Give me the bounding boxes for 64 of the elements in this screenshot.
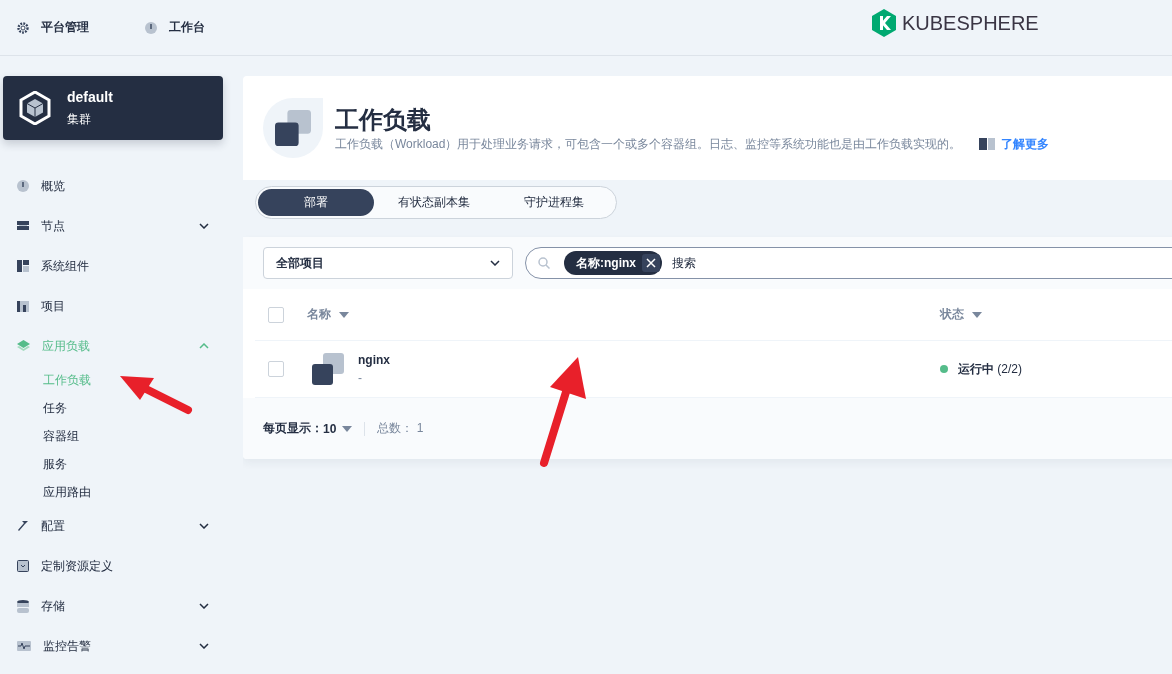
sidebar-item[interactable]: 监控告警 (17, 626, 223, 666)
dashboard-icon (145, 21, 157, 34)
chevron-down-icon (199, 523, 209, 529)
sidebar-subitem[interactable]: 应用路由 (17, 478, 223, 506)
monitor-icon (17, 641, 31, 651)
filter-tag: 名称:nginx (564, 251, 662, 275)
annotation-arrow (120, 376, 192, 414)
layers-icon (17, 340, 30, 352)
chevron-down-icon (490, 260, 500, 266)
learn-more-link[interactable]: 了解更多 (979, 135, 1050, 153)
search-field[interactable]: 名称:nginx 搜索 (525, 247, 1172, 279)
workload-description: - (358, 371, 363, 385)
sidebar-item[interactable]: 概览 (17, 166, 223, 206)
total-count: 总数： 1 (377, 420, 424, 437)
sidebar-subitem[interactable]: 任务 (17, 394, 223, 422)
sidebar-item[interactable]: 系统组件 (17, 246, 223, 286)
page-description: 工作负载（Workload）用于处理业务请求，可包含一个或多个容器组。日志、监控等系统功能也是由工作负载实现的。 (335, 135, 962, 153)
sidebar-item[interactable]: 配置 (17, 506, 223, 546)
close-icon (646, 258, 656, 268)
chevron-up-icon (199, 343, 209, 349)
settings-icon (17, 21, 29, 34)
search-icon (538, 257, 550, 269)
page-size-label: 每页显示： (263, 420, 323, 437)
database-icon (17, 599, 29, 613)
tab[interactable]: 守护进程集 (494, 189, 614, 216)
caret-icon (342, 425, 353, 432)
sidebar-subitem[interactable]: 容器组 (17, 422, 223, 450)
workload-name[interactable]: nginx (358, 353, 390, 367)
page-size-select[interactable]: 10 (323, 421, 353, 436)
layout-icon (17, 260, 29, 272)
code-box-icon (17, 560, 29, 572)
project-select[interactable]: 全部项目 (263, 247, 513, 279)
chevron-down-icon (199, 223, 209, 229)
sidebar-item[interactable]: 定制资源定义 (17, 546, 223, 586)
chevron-down-icon (199, 603, 209, 609)
cluster-name: default (67, 88, 113, 105)
remove-filter-button[interactable] (642, 254, 660, 272)
sidebar-item[interactable]: 项目 (17, 286, 223, 326)
tab[interactable]: 有状态副本集 (374, 189, 494, 216)
chevron-down-icon (199, 643, 209, 649)
logo-icon (872, 9, 896, 37)
sidebar-subitem[interactable]: 服务 (17, 450, 223, 478)
cluster-card[interactable]: default 集群 (3, 76, 223, 140)
status-text: 运行中 (2/2) (958, 360, 1023, 378)
dashboard-icon (17, 180, 29, 192)
nav-link[interactable]: 平台管理 (17, 19, 89, 36)
select-all-checkbox[interactable] (268, 306, 284, 323)
server-icon (17, 221, 29, 231)
caret-icon (339, 311, 349, 318)
logo[interactable]: KUBESPHERE (872, 9, 1039, 37)
column-header[interactable]: 名称 (307, 306, 349, 323)
project-icon (17, 300, 29, 312)
stacked-squares-icon (275, 110, 311, 146)
page-title: 工作负载 (335, 104, 432, 135)
caret-icon (972, 311, 982, 318)
sidebar-item[interactable]: 存储 (17, 586, 223, 626)
cluster-type: 集群 (67, 110, 92, 128)
stacked-squares-icon (312, 353, 344, 385)
nav-link[interactable]: 工作台 (145, 19, 205, 36)
column-header[interactable]: 状态 (940, 306, 982, 323)
cube-icon (19, 91, 51, 125)
tab[interactable]: 部署 (258, 189, 374, 216)
sidebar-item[interactable]: 节点 (17, 206, 223, 246)
row-checkbox[interactable] (268, 361, 284, 377)
